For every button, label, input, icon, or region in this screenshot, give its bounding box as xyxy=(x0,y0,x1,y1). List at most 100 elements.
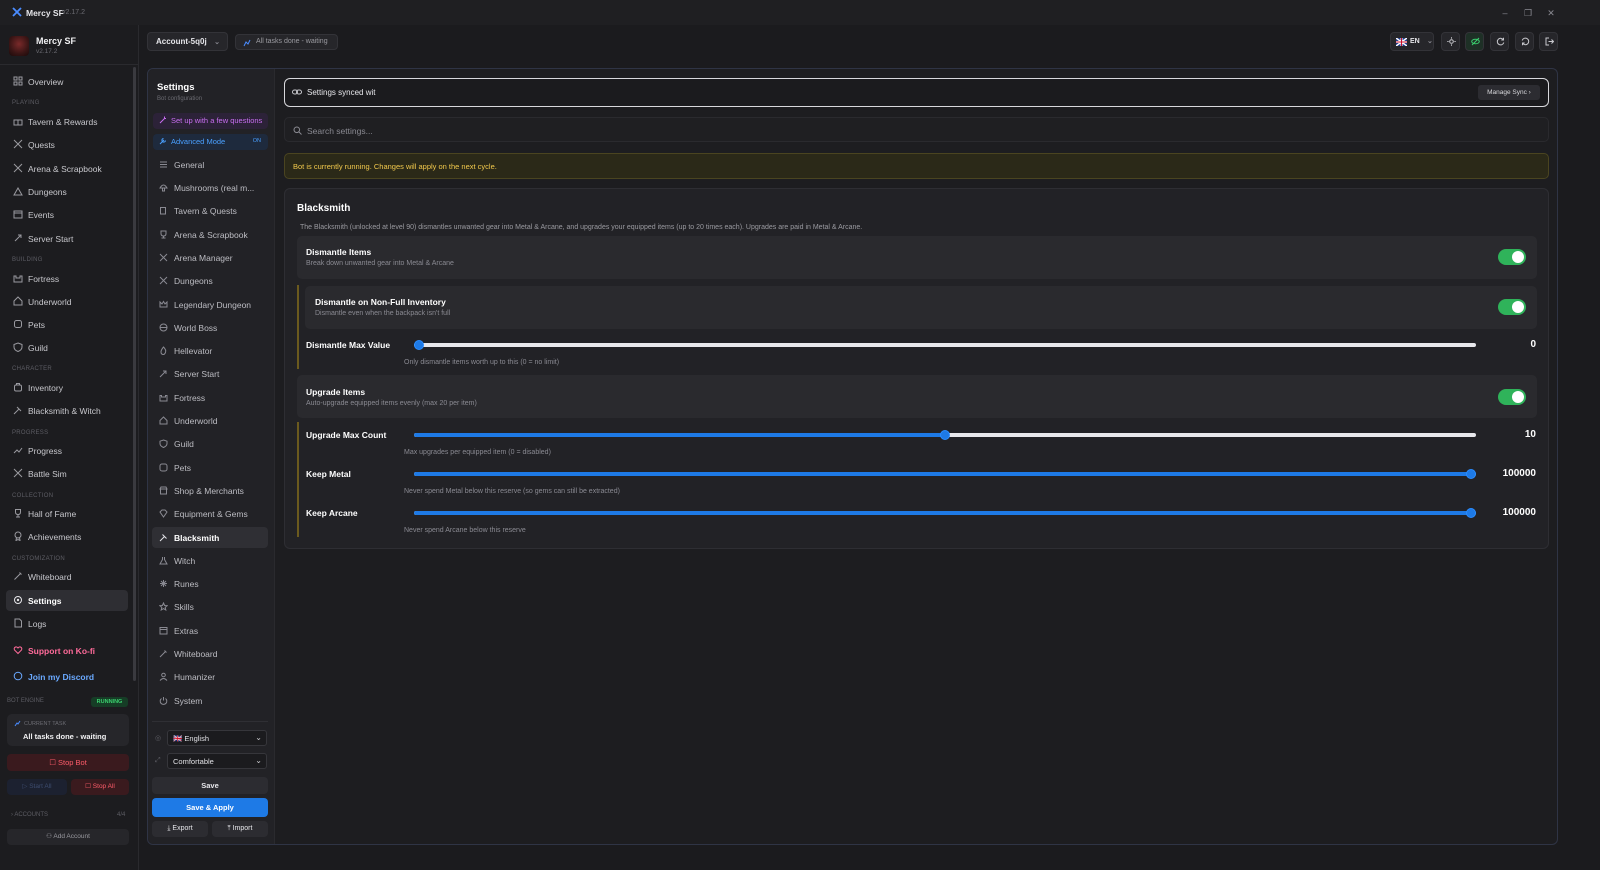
nav-item-blacksmith[interactable]: Blacksmith xyxy=(152,527,268,548)
sidebar-item-fortress[interactable]: Fortress xyxy=(6,268,128,289)
avatar[interactable] xyxy=(9,36,29,56)
nav-item-witch[interactable]: Witch xyxy=(152,550,268,571)
save-button[interactable]: Save xyxy=(152,777,268,794)
dismantle-items-toggle[interactable] xyxy=(1498,249,1526,265)
slider-thumb[interactable] xyxy=(414,340,424,350)
nav-item-fortress[interactable]: Fortress xyxy=(152,387,268,408)
sidebar-item-achievements[interactable]: Achievements xyxy=(6,526,128,547)
nav-item-whiteboard[interactable]: Whiteboard xyxy=(152,643,268,664)
nav-item-general[interactable]: General xyxy=(152,154,268,175)
nav-item-world-boss[interactable]: World Boss xyxy=(152,317,268,338)
nav-divider xyxy=(152,721,268,722)
stop-bot-button[interactable]: ☐ Stop Bot xyxy=(7,754,129,771)
theme-toggle-button[interactable] xyxy=(1441,32,1460,51)
sidebar-item-battle-sim[interactable]: Battle Sim xyxy=(6,463,128,484)
language-select[interactable]: 🇬🇧 English ⌄ xyxy=(167,730,267,746)
dismantle-max-value: 0 xyxy=(1530,339,1536,350)
visibility-toggle-button[interactable] xyxy=(1465,32,1484,51)
logout-button[interactable] xyxy=(1539,32,1558,51)
nav-item-hellevator[interactable]: Hellevator xyxy=(152,340,268,361)
sidebar-item-label: Dungeons xyxy=(28,187,67,197)
sidebar-item-progress[interactable]: Progress xyxy=(6,440,128,461)
nav-item-dungeons[interactable]: Dungeons xyxy=(152,270,268,291)
slider-thumb[interactable] xyxy=(940,430,950,440)
sidebar-item-quests[interactable]: Quests xyxy=(6,134,128,155)
nav-item-legendary-dungeon[interactable]: Legendary Dungeon xyxy=(152,294,268,315)
maximize-icon[interactable]: ❐ xyxy=(1521,6,1535,20)
manage-sync-button[interactable]: Manage Sync › xyxy=(1478,85,1540,100)
sidebar-item-blacksmith-witch[interactable]: Blacksmith & Witch xyxy=(6,400,128,421)
section-building: BUILDING xyxy=(12,257,43,263)
slider-fill xyxy=(414,433,945,437)
dismantle-max-slider[interactable] xyxy=(414,340,1476,350)
upgrade-items-row xyxy=(297,375,1537,418)
task-icon xyxy=(14,720,21,727)
add-account-button[interactable]: ⚇ Add Account xyxy=(7,829,129,845)
nav-item-arena-scrapbook[interactable]: Arena & Scrapbook xyxy=(152,224,268,245)
sidebar-item-dungeons[interactable]: Dungeons xyxy=(6,181,128,202)
search-input[interactable]: Search settings... xyxy=(284,117,1549,142)
dismantle-nonfull-toggle[interactable] xyxy=(1498,299,1526,315)
nav-item-tavern-quests[interactable]: Tavern & Quests xyxy=(152,200,268,221)
stop-all-label: Stop All xyxy=(92,783,115,790)
start-all-button[interactable]: ▷ Start All xyxy=(7,779,67,795)
stop-all-button[interactable]: ☐ Stop All xyxy=(71,779,129,795)
sidebar-item-guild[interactable]: Guild xyxy=(6,337,128,358)
accounts-toggle[interactable]: › ACCOUNTS xyxy=(11,812,48,818)
dismantle-items-row xyxy=(297,236,1537,279)
density-select[interactable]: Comfortable ⌄ xyxy=(167,753,267,769)
nav-item-arena-manager[interactable]: Arena Manager xyxy=(152,247,268,268)
nav-item-shop-merchants[interactable]: Shop & Merchants xyxy=(152,480,268,501)
upgrade-items-toggle[interactable] xyxy=(1498,389,1526,405)
slider-thumb[interactable] xyxy=(1466,508,1476,518)
upgrade-max-slider[interactable] xyxy=(414,430,1476,440)
nav-item-pets[interactable]: Pets xyxy=(152,457,268,478)
sidebar-item-label: Overview xyxy=(28,77,64,87)
nav-item-humanizer[interactable]: Humanizer xyxy=(152,666,268,687)
sidebar-item-inventory[interactable]: Inventory xyxy=(6,377,128,398)
sidebar-item-overview[interactable]: Overview xyxy=(6,71,128,92)
import-button[interactable]: ⤒ Import xyxy=(212,821,268,837)
setup-wizard-button[interactable]: Set up with a few questions xyxy=(153,113,268,129)
export-label: Export xyxy=(172,825,193,832)
sidebar-item-logs[interactable]: Logs xyxy=(6,613,128,634)
reload-button[interactable] xyxy=(1515,32,1534,51)
nav-item-guild[interactable]: Guild xyxy=(152,433,268,454)
nav-item-runes[interactable]: Runes xyxy=(152,573,268,594)
sidebar-item-server-start[interactable]: Server Start xyxy=(6,228,128,249)
sidebar-item-label: Support on Ko-fi xyxy=(28,646,96,656)
advanced-mode-toggle[interactable]: Advanced Mode ON xyxy=(153,134,268,150)
nav-item-equipment-gems[interactable]: Equipment & Gems xyxy=(152,503,268,524)
sidebar-item-events[interactable]: Events xyxy=(6,204,128,225)
sync-status-bar: Settings synced wit Manage Sync › xyxy=(284,78,1549,107)
sidebar-item-underworld[interactable]: Underworld xyxy=(6,291,128,312)
sidebar-item-label: Events xyxy=(28,210,54,220)
save-apply-button[interactable]: Save & Apply xyxy=(152,798,268,817)
sidebar-item-hall-of-fame[interactable]: Hall of Fame xyxy=(6,503,128,524)
nav-item-extras[interactable]: Extras xyxy=(152,620,268,641)
sidebar-scrollbar[interactable] xyxy=(133,67,136,681)
nav-item-mushrooms[interactable]: Mushrooms (real m... xyxy=(152,177,268,198)
export-button[interactable]: ⤓ Export xyxy=(152,821,208,837)
warning-banner: Bot is currently running. Changes will a… xyxy=(284,153,1549,179)
slider-thumb[interactable] xyxy=(1466,469,1476,479)
sidebar-item-kofi[interactable]: Support on Ko-fi xyxy=(6,640,128,661)
nav-item-skills[interactable]: Skills xyxy=(152,596,268,617)
sidebar-item-discord[interactable]: Join my Discord xyxy=(6,666,128,687)
nav-item-underworld[interactable]: Underworld xyxy=(152,410,268,431)
current-task-label: CURRENT TASK xyxy=(24,721,67,727)
keep-arcane-slider[interactable] xyxy=(414,508,1476,518)
account-select[interactable]: Account-5q0j ⌄ xyxy=(147,32,228,51)
sidebar-item-pets[interactable]: Pets xyxy=(6,314,128,335)
sidebar-item-arena-scrapbook[interactable]: Arena & Scrapbook xyxy=(6,158,128,179)
sidebar-item-tavern-rewards[interactable]: Tavern & Rewards xyxy=(6,111,128,132)
minimize-icon[interactable]: – xyxy=(1498,6,1512,20)
sidebar-item-settings[interactable]: Settings xyxy=(6,590,128,611)
keep-metal-slider[interactable] xyxy=(414,469,1476,479)
sync-button[interactable] xyxy=(1490,32,1509,51)
nav-item-system[interactable]: System xyxy=(152,690,268,711)
sidebar-item-whiteboard[interactable]: Whiteboard xyxy=(6,566,128,587)
nav-item-server-start[interactable]: Server Start xyxy=(152,363,268,384)
close-icon[interactable]: ✕ xyxy=(1544,6,1558,20)
language-button[interactable]: EN ⌄ xyxy=(1390,32,1434,51)
